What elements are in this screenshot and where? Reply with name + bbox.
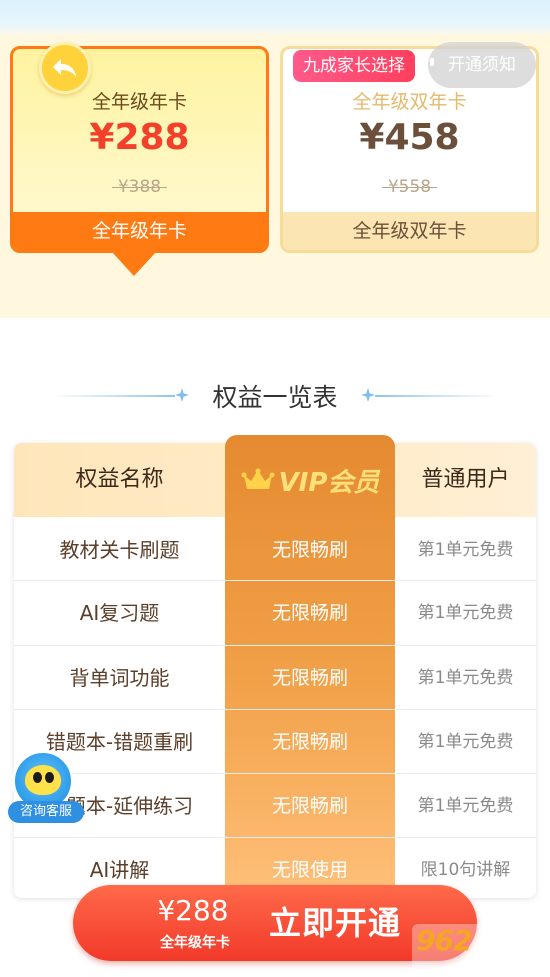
benefit-normal: 第1单元免费: [417, 732, 514, 752]
header-normal-user: 普通用户: [421, 467, 510, 492]
watermark-number: 962: [416, 924, 472, 957]
header-benefit-name: 权益名称: [75, 467, 164, 492]
benefit-vip: 无限畅刷: [271, 795, 348, 817]
benefit-vip: 无限畅刷: [271, 667, 348, 689]
watermark-net: .NET: [490, 928, 542, 952]
popular-badge: 九成家长选择: [293, 50, 415, 82]
vip-header-label: VIP会员: [278, 467, 380, 498]
plan-price: ¥288: [89, 117, 190, 158]
plan-footer: 全年级双年卡: [283, 212, 536, 250]
mascot-eye: [33, 772, 42, 783]
header-vip: VIP会员: [225, 443, 395, 517]
benefit-name: 教材关卡刷题: [59, 538, 180, 562]
site-watermark: 962 .NET 乐游网: [412, 924, 546, 972]
back-button[interactable]: [39, 42, 91, 94]
benefit-name: AI复习题: [79, 601, 160, 625]
cta-label: 立即开通: [269, 904, 402, 942]
benefit-normal: 第1单元免费: [417, 603, 514, 623]
plan-name: 全年级年卡: [91, 91, 187, 113]
title-deco-line-right: [375, 395, 500, 397]
plan-original-price: ¥558: [283, 177, 536, 197]
benefit-name: 背单词功能: [69, 666, 170, 690]
plan-footer: 全年级年卡: [13, 212, 266, 250]
plan-original-price: ¥388: [13, 177, 266, 197]
mascot-eye: [45, 772, 54, 783]
customer-service-label: 咨询客服: [8, 801, 84, 823]
crown-icon: [241, 468, 275, 489]
benefit-normal: 第1单元免费: [417, 540, 514, 560]
plan-price: ¥458: [359, 117, 460, 158]
cta-plan: 全年级年卡: [160, 935, 230, 951]
plan-name: 全年级双年卡: [352, 91, 467, 113]
benefit-normal: 第1单元免费: [417, 796, 514, 816]
watermark-sub: 乐游网: [490, 953, 536, 971]
benefit-vip: 无限畅刷: [271, 602, 348, 624]
customer-service-button[interactable]: 咨询客服: [4, 745, 84, 827]
top-band: [0, 0, 550, 36]
back-arrow-icon: [53, 59, 76, 77]
mascot-face: [25, 765, 61, 795]
notice-dot: [430, 58, 434, 66]
benefit-vip: 无限畅刷: [271, 731, 348, 753]
benefit-vip: 无限畅刷: [271, 539, 348, 561]
benefit-normal: 第1单元免费: [417, 668, 514, 688]
cta-price: ¥288: [157, 894, 229, 927]
notice-button[interactable]: 开通须知: [428, 42, 536, 88]
